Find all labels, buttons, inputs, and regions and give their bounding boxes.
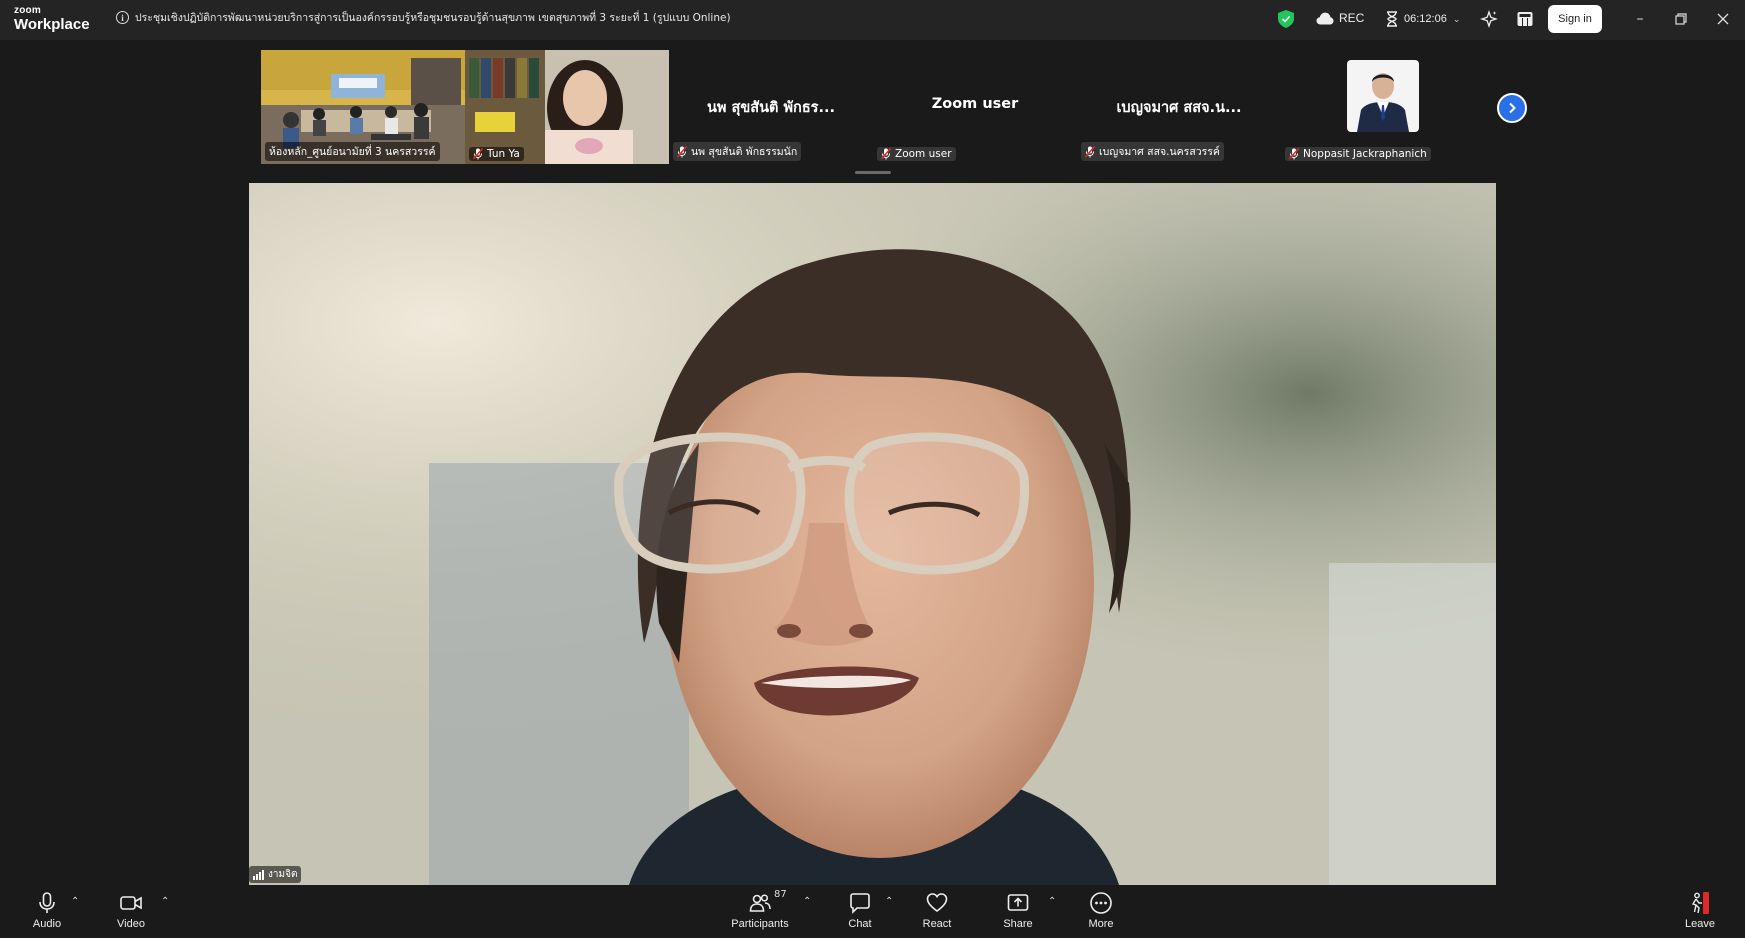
strip-scroll-indicator[interactable]	[855, 171, 891, 174]
participant-name-label: Tun Ya	[469, 147, 524, 161]
minimize-icon[interactable]: –	[1630, 10, 1650, 28]
info-icon[interactable]: i	[116, 11, 129, 24]
chat-bubble-icon	[850, 893, 870, 914]
participant-name: เบญจมาศ สสจ.นครสวรรค์	[1099, 146, 1220, 158]
meeting-title: ประชุมเชิงปฏิบัติการพัฒนาหน่วยบริการสู่ก…	[135, 12, 731, 24]
participant-name-label: Zoom user	[877, 147, 956, 161]
muted-mic-icon	[1085, 145, 1095, 157]
microphone-icon	[39, 892, 55, 913]
participant-name-label: นพ สุขสันติ พักธรรมนัก	[673, 142, 802, 161]
chevron-right-icon	[1509, 102, 1516, 114]
participant-name-label: ห้องหลัก_ศูนย์อนามัยที่ 3 นครสวรรค์	[265, 142, 440, 161]
participant-display-name: เบญจมาศ สสจ.น...	[1116, 100, 1242, 116]
close-icon[interactable]	[1713, 10, 1733, 28]
apps-icon[interactable]	[1517, 11, 1533, 27]
speaker-name: งามจิต	[268, 869, 298, 880]
participant-tile[interactable]: ห้องหลัก_ศูนย์อนามัยที่ 3 นครสวรรค์	[261, 50, 465, 164]
muted-mic-icon	[1289, 148, 1299, 160]
logo-workplace-text: Workplace	[14, 16, 90, 33]
zoom-workplace-logo: zoom Workplace	[14, 5, 90, 33]
meeting-info[interactable]: i ประชุมเชิงปฏิบัติการพัฒนาหน่วยบริการสู…	[116, 9, 731, 26]
chat-options-caret-icon[interactable]: ⌃	[885, 896, 893, 907]
muted-mic-icon	[881, 148, 891, 160]
meeting-timer[interactable]: 06:12:06 ⌄	[1386, 11, 1460, 27]
leave-label: Leave	[1685, 918, 1715, 930]
meeting-controls-toolbar: Audio ⌃ Video ⌃ Participants 87 ⌃ Chat ⌃…	[0, 885, 1745, 938]
chat-label: Chat	[848, 918, 872, 930]
leave-button[interactable]: Leave	[1665, 891, 1735, 930]
participant-tile[interactable]: Tun Ya	[465, 50, 669, 164]
participant-strip: ห้องหลัก_ศูนย์อนามัยที่ 3 นครสวรรค์ Tun …	[0, 40, 1745, 174]
encryption-shield-icon[interactable]	[1278, 10, 1294, 28]
more-dots-icon	[1090, 892, 1112, 914]
participant-name: นพ สุขสันติ พักธรรมนัก	[691, 146, 798, 158]
participants-label: Participants	[731, 918, 789, 930]
participant-name: Tun Ya	[487, 148, 520, 160]
speaker-name-label: งามจิต	[249, 866, 302, 883]
speaker-video-feed	[249, 183, 1496, 885]
signal-strength-icon	[253, 869, 264, 880]
logo-zoom-text: zoom	[14, 5, 41, 16]
participant-name-label: เบญจมาศ สสจ.นครสวรรค์	[1081, 142, 1224, 161]
hourglass-icon	[1387, 11, 1397, 27]
participant-tile[interactable]: เบญจมาศ สสจ.น... เบญจมาศ สสจ.นครสวรรค์	[1077, 50, 1281, 164]
muted-mic-icon	[677, 145, 687, 157]
leave-meeting-icon	[1691, 892, 1709, 914]
cloud-icon	[1316, 12, 1334, 24]
share-label: Share	[1003, 918, 1033, 930]
ai-companion-icon[interactable]	[1480, 10, 1498, 28]
recording-indicator[interactable]: REC	[1316, 11, 1364, 25]
participant-tile[interactable]: นพ สุขสันติ พักธร... นพ สุขสันติ พักธรรม…	[669, 50, 873, 164]
rec-label: REC	[1339, 11, 1365, 25]
muted-mic-icon	[473, 148, 483, 160]
video-camera-icon	[120, 896, 142, 910]
participant-tile[interactable]: Noppasit Jackraphanich	[1281, 50, 1485, 164]
restore-icon[interactable]	[1671, 10, 1691, 28]
title-bar: zoom Workplace i ประชุมเชิงปฏิบัติการพัฒ…	[0, 0, 1745, 40]
participants-icon	[749, 894, 771, 912]
participant-name: ห้องหลัก_ศูนย์อนามัยที่ 3 นครสวรรค์	[269, 146, 436, 158]
share-options-caret-icon[interactable]: ⌃	[1048, 896, 1056, 907]
react-button[interactable]: React	[902, 891, 972, 930]
active-speaker-video[interactable]	[249, 183, 1496, 885]
audio-label: Audio	[32, 918, 62, 930]
participant-tile[interactable]: Zoom user Zoom user	[873, 50, 1077, 164]
video-options-caret-icon[interactable]: ⌃	[161, 896, 169, 907]
sign-in-button[interactable]: Sign in	[1548, 5, 1602, 33]
audio-options-caret-icon[interactable]: ⌃	[71, 896, 79, 907]
react-label: React	[922, 918, 952, 930]
participant-display-name: นพ สุขสันติ พักธร...	[706, 100, 835, 116]
video-button[interactable]: Video	[96, 891, 166, 930]
participants-options-caret-icon[interactable]: ⌃	[803, 896, 811, 907]
next-page-button[interactable]	[1497, 93, 1527, 123]
participant-display-name: Zoom user	[931, 96, 1019, 112]
participant-name-label: Noppasit Jackraphanich	[1285, 147, 1431, 161]
participant-name: Noppasit Jackraphanich	[1303, 148, 1427, 160]
more-button[interactable]: More	[1066, 891, 1136, 930]
chevron-down-icon[interactable]: ⌄	[1453, 14, 1461, 25]
share-screen-icon	[1007, 894, 1029, 911]
heart-icon	[926, 893, 948, 912]
elapsed-time: 06:12:06	[1404, 13, 1447, 25]
participant-count-badge: 87	[774, 889, 787, 900]
share-button[interactable]: Share	[983, 891, 1053, 930]
participant-avatar	[1347, 60, 1419, 132]
video-label: Video	[117, 918, 145, 930]
participant-name: Zoom user	[895, 148, 952, 160]
more-label: More	[1088, 918, 1114, 930]
